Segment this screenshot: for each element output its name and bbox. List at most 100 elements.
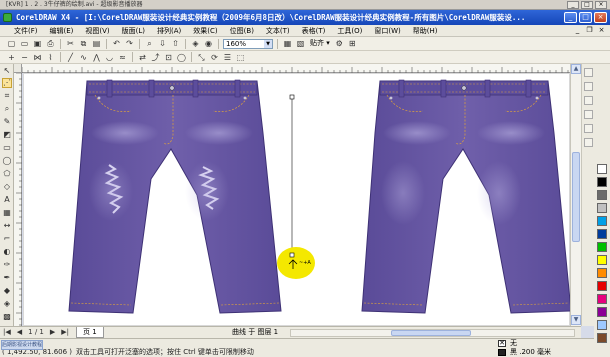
stroke-swatch[interactable] [498,349,506,356]
docker-tab[interactable] [584,82,593,91]
close-button[interactable]: × [594,12,607,23]
smart-fill-tool-icon[interactable]: ◩ [2,130,12,140]
extend-curve-icon[interactable]: ⤴ [150,52,161,63]
close-curve-icon[interactable]: ◯ [176,52,187,63]
menu-text[interactable]: 文本(T) [260,25,296,37]
ruler-corner[interactable] [14,64,22,73]
polygon-tool-icon[interactable]: ⬠ [2,169,12,179]
palette-swatch[interactable] [597,268,607,278]
horizontal-ruler[interactable] [21,64,582,73]
palette-swatch[interactable] [597,203,607,213]
doc-restore-icon[interactable]: ❐ [585,26,594,35]
node-delete-icon[interactable]: − [19,52,30,63]
vertical-ruler[interactable] [14,72,22,326]
smooth-node-icon[interactable]: ◡ [104,52,115,63]
cut-icon[interactable]: ✂ [65,38,76,49]
docker-tab[interactable] [584,110,593,119]
reverse-direction-icon[interactable]: ⇄ [137,52,148,63]
eyedropper-tool-icon[interactable]: ✑ [2,260,12,270]
rotate-nodes-icon[interactable]: ⟳ [209,52,220,63]
import-icon[interactable]: ⇩ [157,38,168,49]
first-page-button[interactable]: |◀ [0,327,14,338]
crop-tool-icon[interactable]: ⌗ [2,91,12,101]
player-close-button[interactable]: × [595,1,607,9]
text-tool-icon[interactable]: A [2,195,12,205]
palette-swatch[interactable] [597,333,607,343]
palette-swatch[interactable] [597,294,607,304]
freehand-tool-icon[interactable]: ✎ [2,117,12,127]
palette-swatch[interactable] [597,177,607,187]
options-icon[interactable]: ⚙ [334,38,345,49]
palette-swatch[interactable] [597,164,607,174]
shape-tool-icon[interactable]: ⋰ [2,78,12,88]
prev-page-button[interactable]: ◀ [14,327,25,338]
app-launcher-icon[interactable]: ◈ [190,38,201,49]
maximize-button[interactable]: □ [579,12,592,23]
cusp-node-icon[interactable]: ⋀ [91,52,102,63]
select-all-nodes-icon[interactable]: ⬚ [235,52,246,63]
align-nodes-icon[interactable]: ☰ [222,52,233,63]
docker-tab[interactable] [584,68,593,77]
jeans-right[interactable] [361,79,570,314]
open-icon[interactable]: ▭ [19,38,30,49]
menu-window[interactable]: 窗口(W) [368,25,406,37]
paste-icon[interactable]: ▤ [91,38,102,49]
menu-layout[interactable]: 版面(L) [116,25,151,37]
palette-swatch[interactable] [597,190,607,200]
redo-icon[interactable]: ↷ [124,38,135,49]
scroll-up-icon[interactable]: ▲ [571,64,581,74]
docker-tab[interactable] [584,96,593,105]
save-icon[interactable]: ▣ [32,38,43,49]
connector-tool-icon[interactable]: ⌐ [2,234,12,244]
menu-bitmaps[interactable]: 位图(B) [224,25,260,37]
docker-tab[interactable] [584,138,593,147]
snap-to-dropdown[interactable]: 贴齐 ▾ [308,38,332,49]
dimension-tool-icon[interactable]: ↔ [2,221,12,231]
vertical-scrollbar[interactable]: ▲ ▼ [570,64,581,326]
search-icon[interactable]: ⌕ [144,38,155,49]
palette-swatch[interactable] [597,320,607,330]
fill-tool-icon[interactable]: ◆ [2,286,12,296]
menu-help[interactable]: 帮助(H) [407,25,444,37]
node-add-icon[interactable]: + [6,52,17,63]
ellipse-tool-icon[interactable]: ◯ [2,156,12,166]
menu-table[interactable]: 表格(T) [296,25,332,37]
view-mode-icon[interactable]: ▧ [295,38,306,49]
palette-swatch[interactable] [597,255,607,265]
zoom-level-select[interactable]: 160% ▼ [223,38,273,49]
palette-swatch[interactable] [597,216,607,226]
ruler-options-icon[interactable]: ⊞ [347,38,358,49]
mesh-fill-tool-icon[interactable]: ▩ [2,312,12,322]
new-document-icon[interactable]: ▢ [6,38,17,49]
last-page-button[interactable]: ▶| [58,327,72,338]
palette-swatch[interactable] [597,281,607,291]
jeans-left[interactable] [68,79,282,314]
interactive-fill-tool-icon[interactable]: ◈ [2,299,12,309]
to-curve-icon[interactable]: ∿ [78,52,89,63]
drawing-canvas[interactable]: ~+A [23,73,570,326]
export-icon[interactable]: ⇧ [170,38,181,49]
basic-shapes-tool-icon[interactable]: ◇ [2,182,12,192]
table-tool-icon[interactable]: ▦ [2,208,12,218]
copy-icon[interactable]: ⧉ [78,38,89,49]
outline-tool-icon[interactable]: ✒ [2,273,12,283]
doc-minimize-icon[interactable]: _ [573,26,582,35]
print-icon[interactable]: ⎙ [45,38,56,49]
menu-edit[interactable]: 编辑(E) [44,25,80,37]
player-minimize-button[interactable]: _ [567,1,579,9]
player-maximize-button[interactable]: □ [581,1,593,9]
horizontal-scroll-thumb[interactable] [391,330,471,336]
docker-tab[interactable] [584,124,593,133]
to-line-icon[interactable]: ╱ [65,52,76,63]
menu-file[interactable]: 文件(F) [8,25,44,37]
extract-subpath-icon[interactable]: ⊡ [163,52,174,63]
selected-curve[interactable]: ~+A [277,94,315,279]
minimize-button[interactable]: _ [564,12,577,23]
palette-swatch[interactable] [597,307,607,317]
palette-swatch[interactable] [597,242,607,252]
next-page-button[interactable]: ▶ [47,327,58,338]
doc-close-icon[interactable]: × [597,26,606,35]
palette-swatch[interactable] [597,229,607,239]
undo-icon[interactable]: ↶ [111,38,122,49]
join-nodes-icon[interactable]: ⋈ [32,52,43,63]
